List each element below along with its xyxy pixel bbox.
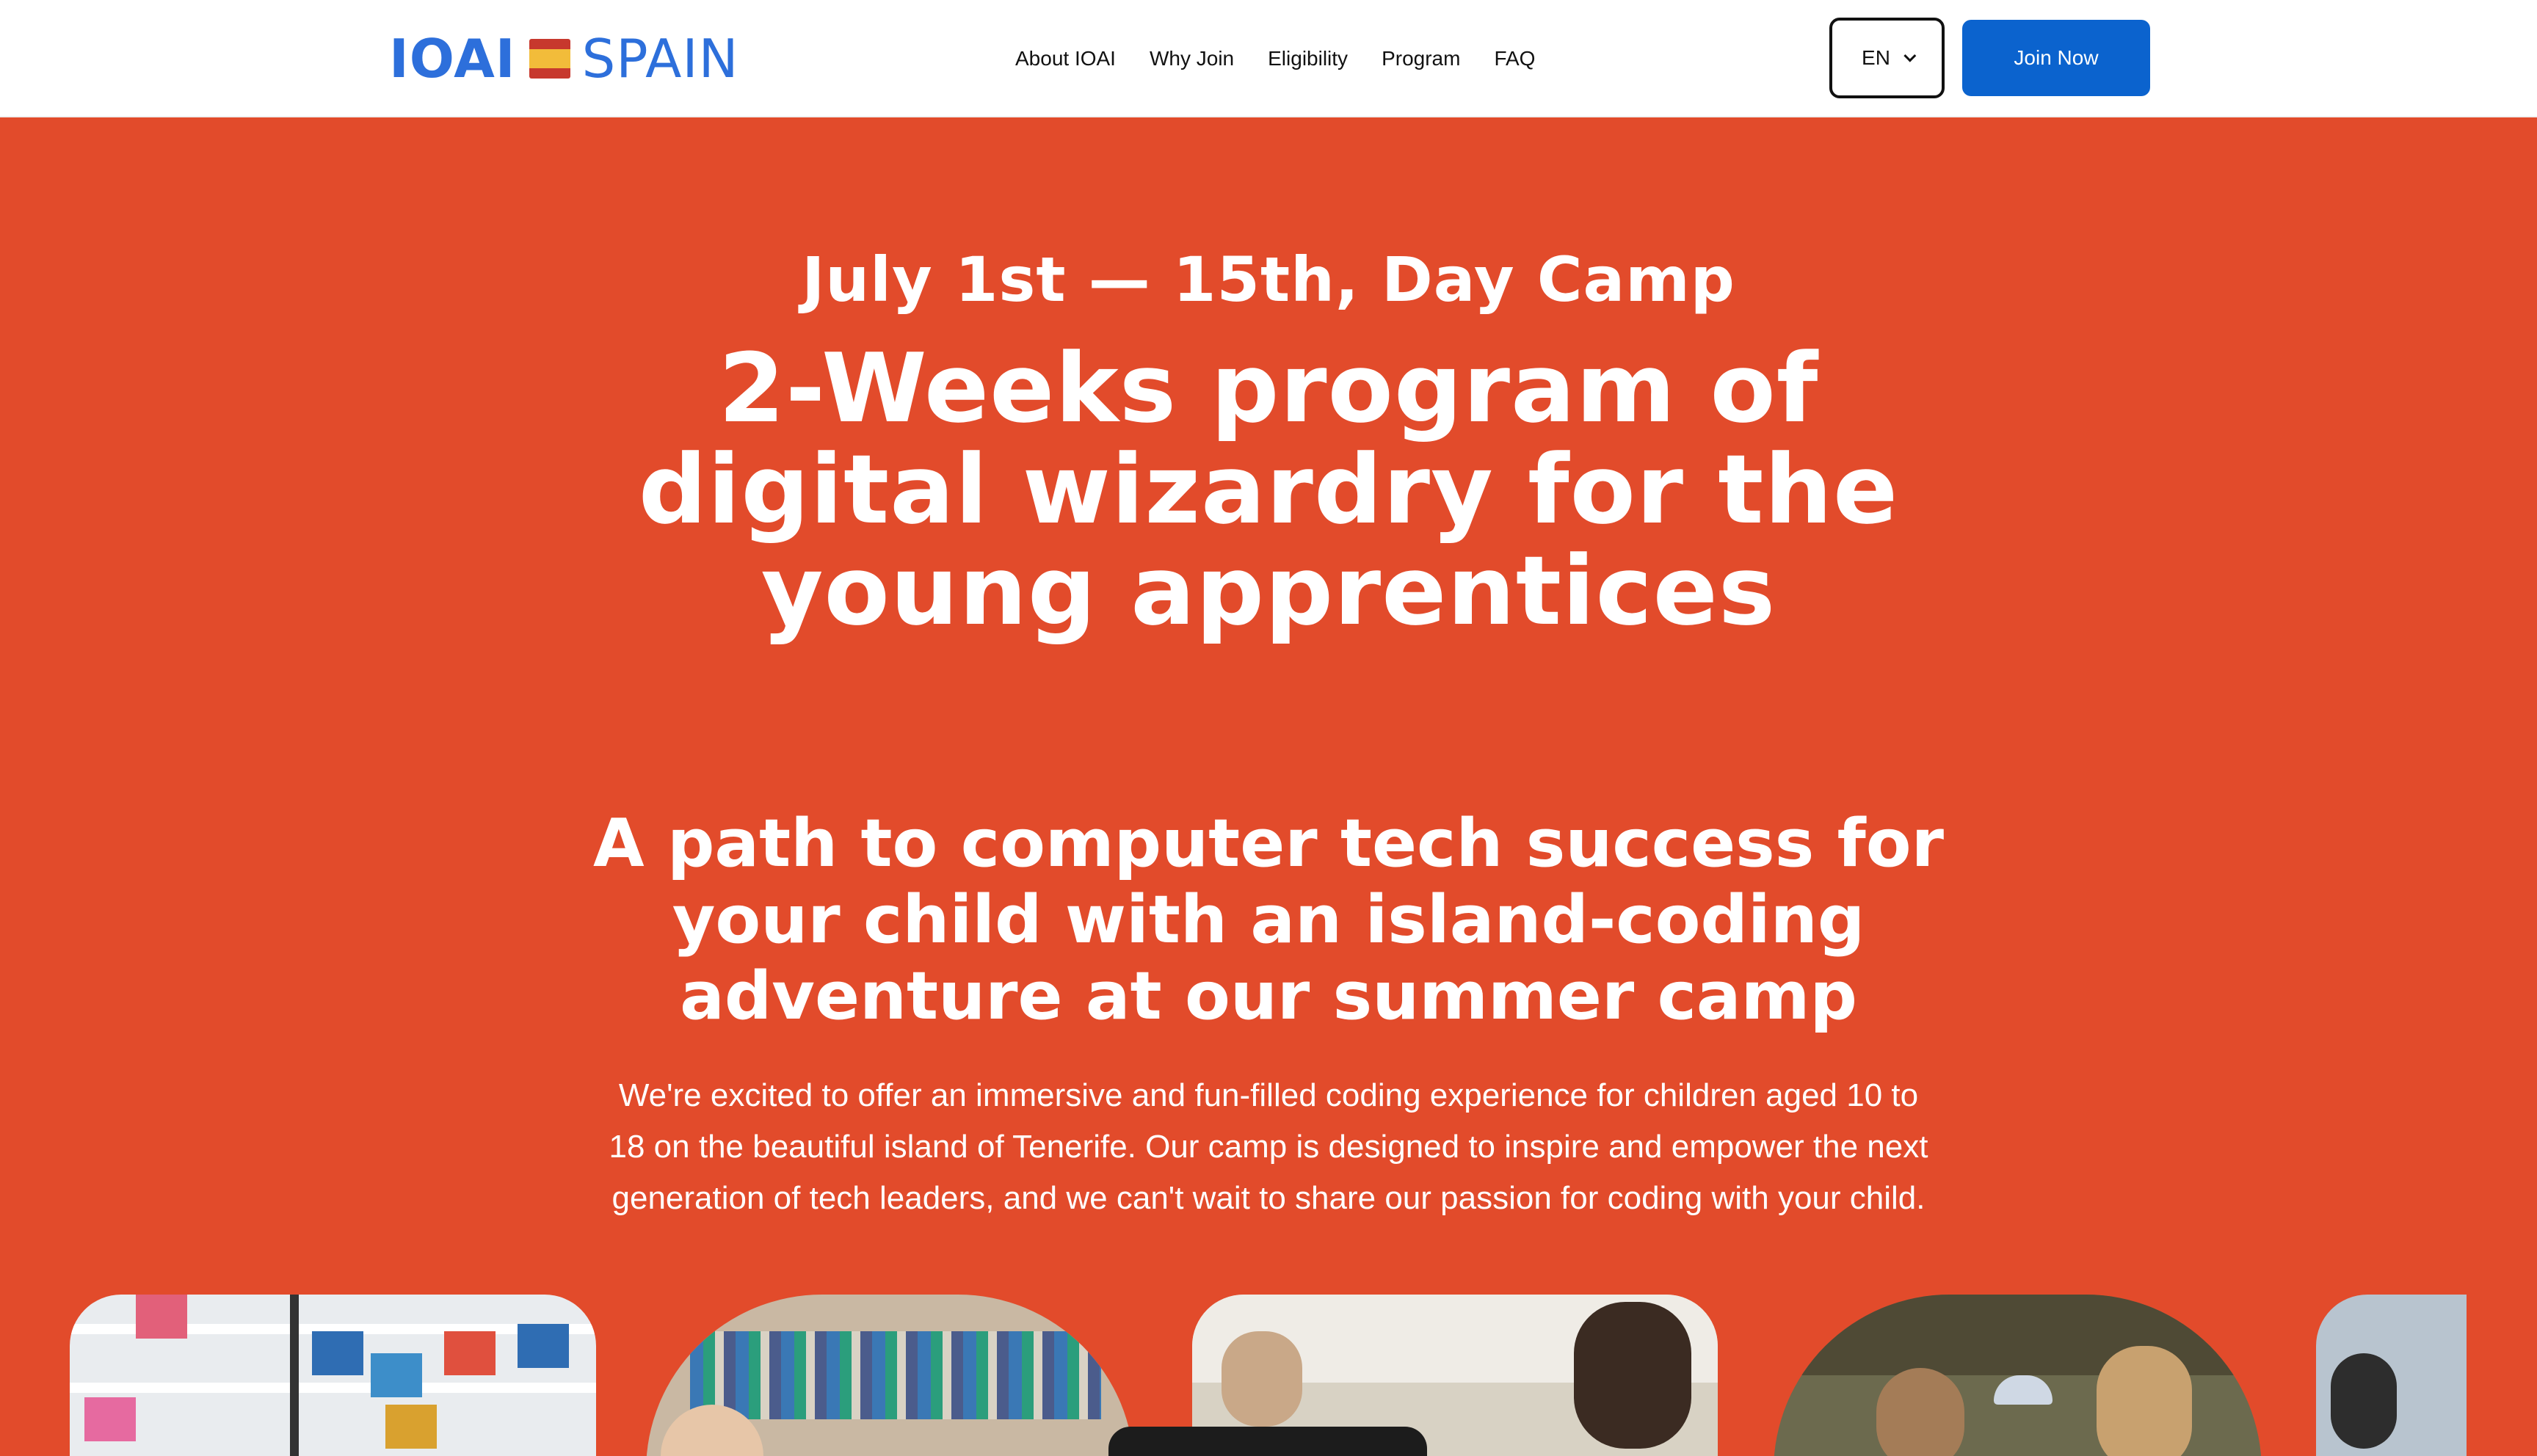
camp-photo-1: [70, 1295, 596, 1456]
chevron-down-icon: [1903, 49, 1917, 62]
hero-headline: 2-Weeks program of digital wizardry for …: [638, 332, 1899, 647]
language-selector[interactable]: EN: [1829, 18, 1945, 98]
nav-program[interactable]: Program: [1382, 47, 1460, 70]
main-nav: About IOAI Why Join Eligibility Program …: [1015, 41, 1535, 76]
laptop-device: [1108, 1427, 1427, 1456]
nav-eligibility[interactable]: Eligibility: [1268, 47, 1348, 70]
nav-why-join[interactable]: Why Join: [1150, 47, 1234, 70]
nav-faq[interactable]: FAQ: [1494, 47, 1535, 70]
logo-spain-text: SPAIN: [581, 28, 739, 90]
hero-subheadline: A path to computer tech success for your…: [592, 805, 1945, 1035]
camp-photo-2: [646, 1295, 1134, 1456]
site-header: IOAI SPAIN About IOAI Why Join Eligibili…: [0, 0, 2537, 117]
language-label: EN: [1862, 46, 1890, 69]
ioai-spain-logo[interactable]: IOAI SPAIN: [389, 28, 738, 90]
hero-description: We're excited to offer an immersive and …: [609, 1077, 1928, 1216]
logo-ioai-text: IOAI: [389, 28, 516, 90]
nav-about-ioai[interactable]: About IOAI: [1015, 47, 1116, 70]
camp-dates: July 1st — 15th, Day Camp: [802, 244, 1735, 316]
camp-photo-5: [2316, 1295, 2467, 1456]
camp-photo-4: [1774, 1295, 2262, 1456]
join-now-button[interactable]: Join Now: [1962, 20, 2150, 96]
spain-flag-icon: [529, 39, 570, 79]
